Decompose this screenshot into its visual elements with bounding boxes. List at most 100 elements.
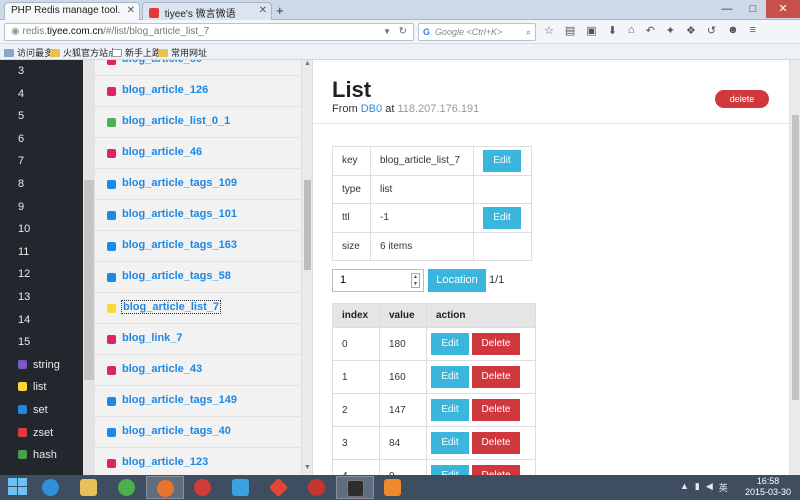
taskbar-app[interactable] [260, 476, 298, 499]
taskbar-app[interactable] [32, 476, 70, 499]
delete-button[interactable]: Delete [472, 366, 520, 388]
bookmark-most-visited[interactable]: 访问最多 [4, 46, 53, 59]
list-item[interactable]: blog_article_43 [95, 355, 302, 386]
undo-icon[interactable]: ↶ [646, 24, 655, 37]
delete-button[interactable]: Delete [472, 399, 520, 421]
list-item[interactable]: blog_article_126 [95, 76, 302, 107]
delete-button[interactable]: Delete [472, 432, 520, 454]
profile-icon[interactable]: ☻ [727, 24, 739, 37]
list-item[interactable]: blog_article_46 [95, 138, 302, 169]
taskbar-app[interactable] [108, 476, 146, 499]
edit-button[interactable]: Edit [431, 432, 469, 454]
sync-icon[interactable]: ↺ [707, 24, 716, 37]
edit-ttl-button[interactable]: Edit [483, 206, 521, 229]
pocket-icon[interactable]: ❖ [686, 24, 696, 37]
location-button[interactable]: Location [428, 269, 486, 292]
db-link[interactable]: DB0 [361, 103, 382, 115]
reload-icon[interactable]: ↻ [399, 24, 407, 40]
close-tab-icon[interactable]: ✕ [127, 5, 135, 16]
star-icon[interactable]: ☆ [544, 24, 554, 37]
sidebar-item-db-5[interactable]: 5 [0, 105, 83, 128]
taskbar-app[interactable] [222, 476, 260, 499]
sidebar-item-db-12[interactable]: 12 [0, 263, 83, 286]
taskbar-app[interactable] [298, 476, 336, 499]
lock-icon[interactable]: ▣ [586, 24, 596, 37]
network-status-icon[interactable]: ▮ [695, 481, 700, 494]
search-icon[interactable]: ⌕ [526, 24, 531, 40]
taskbar-app[interactable] [70, 476, 108, 499]
list-item-selected[interactable]: blog_article_list_7 [95, 293, 302, 324]
taskbar-app[interactable] [184, 476, 222, 499]
delete-button[interactable]: Delete [472, 333, 520, 355]
volume-icon[interactable]: ◀ [706, 481, 713, 494]
sidebar-item-db-13[interactable]: 13 [0, 286, 83, 309]
scroll-down-icon[interactable]: ▼ [302, 464, 312, 474]
new-tab-button[interactable]: + [276, 3, 284, 18]
sidebar-item-db-9[interactable]: 9 [0, 196, 83, 219]
bookmarks-icon[interactable]: ▤ [565, 24, 575, 37]
delete-key-button[interactable]: delete [715, 90, 769, 108]
main-scrollbar[interactable] [789, 60, 800, 475]
column-header-action: action [426, 303, 536, 328]
list-item[interactable]: blog_article_tags_163 [95, 231, 302, 262]
minimize-button[interactable]: — [714, 0, 740, 18]
list-item[interactable]: blog_article_tags_40 [95, 417, 302, 448]
list-item[interactable]: blog_article_tags_58 [95, 262, 302, 293]
bookmark-common-sites[interactable]: 常用网址 [158, 46, 207, 59]
sidebar-item-zset[interactable]: zset [0, 422, 83, 445]
key-list-scrollbar[interactable]: ▲ ▼ [301, 60, 312, 475]
scrollbar-thumb[interactable] [792, 115, 799, 400]
list-item[interactable]: blog_article_80 [95, 60, 302, 76]
home-icon[interactable]: ⌂ [628, 24, 635, 37]
tab-tiyee[interactable]: tiyee's 微言微语 ✕ [142, 2, 272, 20]
taskbar-app[interactable] [336, 476, 374, 499]
bookmark-getting-started[interactable]: 新手上路 [112, 46, 161, 59]
addon-icon[interactable]: ✦ [666, 24, 675, 37]
sidebar-item-set[interactable]: set [0, 399, 83, 422]
sidebar-item-db-4[interactable]: 4 [0, 83, 83, 106]
edit-button[interactable]: Edit [431, 333, 469, 355]
sidebar-item-string[interactable]: string [0, 354, 83, 377]
close-window-button[interactable]: ✕ [766, 0, 800, 18]
delete-button[interactable]: Delete [472, 465, 520, 475]
edit-button[interactable]: Edit [431, 366, 469, 388]
scroll-up-icon[interactable]: ▲ [302, 60, 312, 70]
sidebar-item-db-14[interactable]: 14 [0, 309, 83, 332]
edit-button[interactable]: Edit [431, 399, 469, 421]
sidebar-item-db-15[interactable]: 15 [0, 331, 83, 354]
dropdown-arrow-icon[interactable]: ▼ [383, 24, 391, 40]
sidebar-item-hash[interactable]: hash [0, 444, 83, 467]
edit-button[interactable]: Edit [431, 465, 469, 475]
page-number-input[interactable]: 1 ▲ ▼ [332, 269, 424, 292]
search-input[interactable]: G Google <Ctrl+K> ⌕ [418, 23, 536, 41]
menu-icon[interactable]: ≡ [750, 24, 756, 37]
sidebar-item-db-7[interactable]: 7 [0, 150, 83, 173]
sidebar-item-list[interactable]: list [0, 376, 83, 399]
start-button[interactable] [8, 478, 28, 497]
list-item[interactable]: blog_article_list_0_1 [95, 107, 302, 138]
system-clock[interactable]: 16:58 2015-03-30 [745, 476, 791, 498]
number-spinner-icon[interactable]: ▲ ▼ [411, 273, 420, 288]
bookmark-firefox-site[interactable]: 火狐官方站点 [50, 46, 117, 59]
maximize-button[interactable]: □ [740, 0, 766, 18]
sidebar-item-db-3[interactable]: 3 [0, 60, 83, 83]
download-icon[interactable]: ⬇ [608, 24, 617, 37]
list-item[interactable]: blog_article_tags_149 [95, 386, 302, 417]
list-item[interactable]: blog_link_7 [95, 324, 302, 355]
list-item[interactable]: blog_article_tags_109 [95, 169, 302, 200]
sidebar-item-db-6[interactable]: 6 [0, 128, 83, 151]
taskbar-app[interactable] [374, 476, 412, 499]
ime-indicator[interactable]: 英 [719, 481, 728, 494]
taskbar-app[interactable] [146, 476, 184, 499]
scrollbar-thumb[interactable] [304, 180, 311, 270]
address-bar[interactable]: ◉ redis.tiyee.com.cn/#/list/blog_article… [4, 23, 414, 41]
sidebar-item-db-8[interactable]: 8 [0, 173, 83, 196]
list-item[interactable]: blog_article_tags_101 [95, 200, 302, 231]
sidebar-item-db-11[interactable]: 11 [0, 241, 83, 264]
tray-expand-icon[interactable]: ▲ [680, 481, 689, 494]
edit-key-button[interactable]: Edit [483, 149, 521, 172]
sidebar-item-db-10[interactable]: 10 [0, 218, 83, 241]
tab-php-redis[interactable]: PHP Redis manage tool. ✕ [4, 2, 140, 20]
close-tab-icon[interactable]: ✕ [259, 5, 267, 16]
list-item[interactable]: blog_article_123 [95, 448, 302, 475]
